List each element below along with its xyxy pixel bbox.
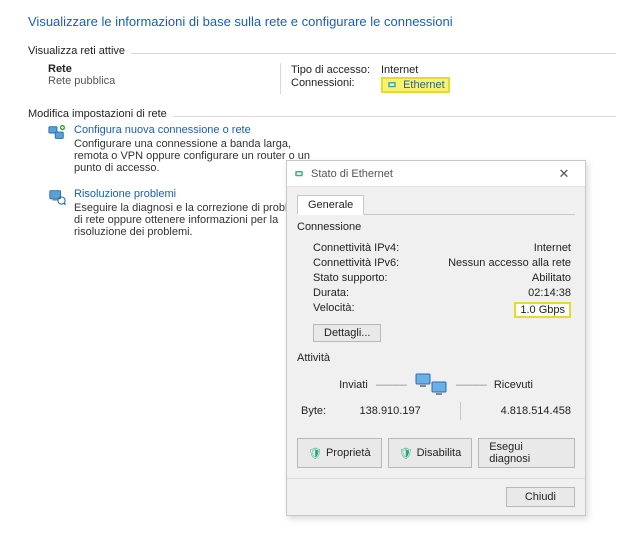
media-state-label: Stato supporto: (313, 272, 388, 284)
page-title: Visualizzare le informazioni di base sul… (28, 14, 616, 29)
activity-dashes: ——— (376, 379, 406, 391)
properties-button[interactable]: 🛡 Proprietà (297, 438, 382, 468)
ipv4-label: Connettività IPv4: (313, 242, 399, 254)
group-modify-label: Modifica impostazioni di rete (28, 108, 173, 120)
tabstrip: Generale (297, 195, 575, 215)
media-state-value: Abilitato (532, 272, 571, 284)
bytes-label: Byte: (301, 405, 326, 417)
troubleshoot-icon (48, 188, 68, 238)
speed-value: 1.0 Gbps (514, 302, 571, 318)
access-type-label: Tipo di accesso: (291, 64, 381, 76)
new-connection-link[interactable]: Configura nuova connessione o rete (74, 124, 314, 136)
close-icon[interactable]: ✕ (549, 166, 579, 182)
activity-separator (460, 402, 461, 420)
computers-icon (414, 372, 448, 398)
received-label: Ricevuti (494, 379, 533, 391)
network-kind: Rete pubblica (48, 75, 280, 87)
group-active-networks: Visualizza reti attive Rete Rete pubblic… (28, 45, 616, 94)
bytes-received-value: 4.818.514.458 (501, 405, 571, 417)
tab-general[interactable]: Generale (297, 195, 364, 215)
troubleshoot-desc: Eseguire la diagnosi e la correzione di … (74, 202, 314, 238)
ipv4-value: Internet (534, 242, 571, 254)
details-button[interactable]: Dettagli... (313, 324, 381, 342)
activity-dashes: ——— (456, 379, 486, 391)
bytes-sent-value: 138.910.197 (360, 405, 421, 417)
ipv6-value: Nessun accesso alla rete (448, 257, 571, 269)
troubleshoot-link[interactable]: Risoluzione problemi (74, 188, 314, 200)
close-button[interactable]: Chiudi (506, 487, 575, 507)
section-connection-label: Connessione (297, 221, 366, 233)
group-active-label: Visualizza reti attive (28, 45, 131, 57)
network-name: Rete (48, 63, 280, 75)
diagnose-button[interactable]: Esegui diagnosi (478, 438, 575, 468)
ethernet-status-dialog: Stato di Ethernet ✕ Generale Connessione… (286, 160, 586, 516)
nic-icon (293, 168, 305, 180)
nic-icon (386, 79, 398, 91)
new-connection-icon (48, 124, 68, 174)
duration-label: Durata: (313, 287, 349, 299)
speed-label: Velocità: (313, 302, 355, 318)
access-type-value: Internet (381, 64, 418, 76)
duration-value: 02:14:38 (528, 287, 571, 299)
sent-label: Inviati (339, 379, 368, 391)
connections-label: Connessioni: (291, 77, 381, 93)
ethernet-link[interactable]: Ethernet (403, 79, 445, 91)
disable-button[interactable]: 🛡 Disabilita (388, 438, 473, 468)
dialog-title: Stato di Ethernet (311, 168, 549, 180)
shield-icon: 🛡 (308, 447, 322, 460)
shield-icon: 🛡 (399, 447, 413, 460)
new-connection-desc: Configurare una connessione a banda larg… (74, 138, 314, 174)
ipv6-label: Connettività IPv6: (313, 257, 399, 269)
section-activity-label: Attività (297, 352, 335, 364)
